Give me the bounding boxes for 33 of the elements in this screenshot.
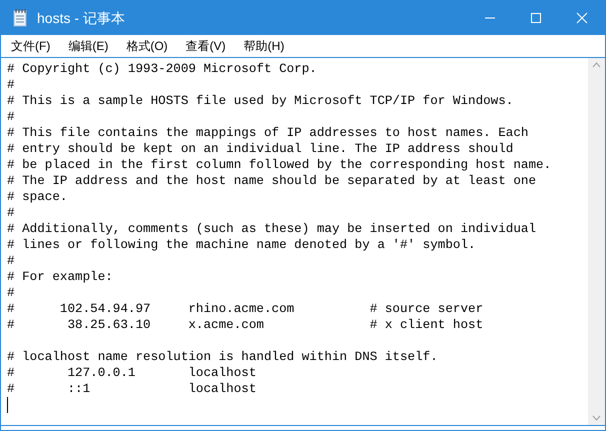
menu-item[interactable]: 编辑(E) (62, 37, 114, 55)
close-icon (576, 12, 588, 24)
text-line: # This is a sample HOSTS file used by Microsoft TCP/IP for Windows. (7, 93, 514, 109)
scroll-down-icon[interactable] (592, 415, 601, 421)
text-line: # 127.0.0.1 localhost (7, 365, 256, 381)
scrollbar[interactable] (588, 58, 605, 425)
menu-item[interactable]: 查看(V) (180, 37, 232, 55)
text-line: # entry should be kept on an individual line. The IP address should (7, 141, 514, 157)
scroll-up-icon[interactable] (592, 62, 601, 68)
text-line: # (7, 205, 15, 221)
text-line: # lines or following the machine name denoted by a '#' symbol. (7, 237, 476, 253)
menu-item[interactable]: 格式(O) (120, 37, 174, 55)
text-line: # (7, 109, 15, 125)
menu-item[interactable]: 帮助(H) (238, 37, 290, 55)
text-line: # The IP address and the host name should be separated by at least one (7, 173, 536, 189)
menu-item[interactable]: 文件(F) (5, 37, 56, 55)
text-line: # Copyright (c) 1993-2009 Microsoft Corp. (7, 61, 317, 77)
text-line: # (7, 77, 15, 93)
text-line: # Additionally, comments (such as these) may be inserted on individual (7, 221, 536, 237)
window-title: hosts - 记事本 (37, 8, 125, 28)
text-cursor (7, 397, 8, 413)
text-line: # For example: (7, 269, 113, 285)
text-line: # This file contains the mappings of IP addresses to host names. Each (7, 125, 528, 141)
text-line: # 38.25.63.10 x.acme.com # x client host (7, 317, 484, 333)
text-line: # localhost name resolution is handled within DNS itself. (7, 349, 438, 365)
notepad-icon (13, 9, 27, 27)
text-line: # ::1 localhost (7, 381, 256, 397)
text-line: # 102.54.94.97 rhino.acme.com # source server (7, 301, 484, 317)
text-line: # (7, 285, 15, 301)
text-line: # (7, 253, 15, 269)
maximize-icon (530, 12, 542, 24)
text-line: # space. (7, 189, 68, 205)
text-line: # be placed in the first column followed by the corresponding host name. (7, 157, 552, 173)
